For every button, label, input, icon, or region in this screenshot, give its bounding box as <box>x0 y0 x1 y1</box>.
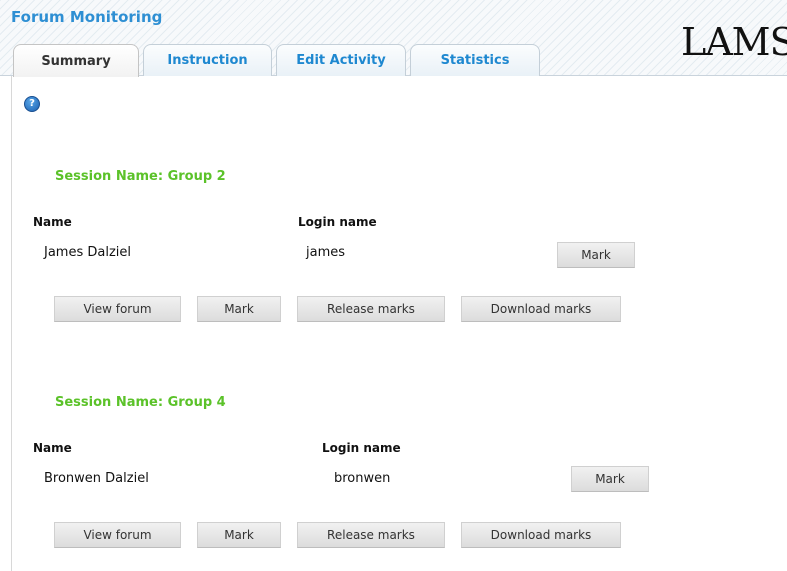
download-marks-button[interactable]: Download marks <box>461 296 621 322</box>
mark-learner-button[interactable]: Mark <box>557 242 635 268</box>
learner-name: James Dalziel <box>44 245 132 260</box>
login-column-header: Login name <box>298 215 377 229</box>
name-column-header: Name <box>33 441 72 455</box>
lams-logo: LAMS <box>681 22 787 62</box>
mark-button[interactable]: Mark <box>197 296 281 322</box>
download-marks-button[interactable]: Download marks <box>461 522 621 548</box>
session-title-group-4: Session Name: Group 4 <box>55 395 226 410</box>
header: Forum Monitoring LAMS Summary Instructio… <box>0 0 787 77</box>
content-border <box>11 76 12 571</box>
app-title: Forum Monitoring <box>11 8 163 26</box>
learner-name: Bronwen Dalziel <box>44 471 149 486</box>
tab-statistics[interactable]: Statistics <box>410 44 540 76</box>
logo-text: LAMS <box>681 20 787 64</box>
view-forum-button[interactable]: View forum <box>54 522 181 548</box>
mark-button[interactable]: Mark <box>197 522 281 548</box>
tab-instruction[interactable]: Instruction <box>143 44 272 76</box>
view-forum-button[interactable]: View forum <box>54 296 181 322</box>
mark-learner-button[interactable]: Mark <box>571 466 649 492</box>
tab-summary-label: Summary <box>41 53 111 69</box>
tab-statistics-label: Statistics <box>440 53 510 68</box>
tab-edit-activity[interactable]: Edit Activity <box>276 44 406 76</box>
tab-instruction-label: Instruction <box>167 53 248 68</box>
learner-login: james <box>306 245 346 260</box>
login-column-header: Login name <box>322 441 401 455</box>
tab-summary[interactable]: Summary <box>13 44 139 77</box>
tab-edit-activity-label: Edit Activity <box>296 53 386 68</box>
learner-login: bronwen <box>334 471 391 486</box>
release-marks-button[interactable]: Release marks <box>297 296 445 322</box>
release-marks-button[interactable]: Release marks <box>297 522 445 548</box>
session-title-group-2: Session Name: Group 2 <box>55 169 226 184</box>
name-column-header: Name <box>33 215 72 229</box>
help-icon[interactable]: ? <box>24 96 40 112</box>
